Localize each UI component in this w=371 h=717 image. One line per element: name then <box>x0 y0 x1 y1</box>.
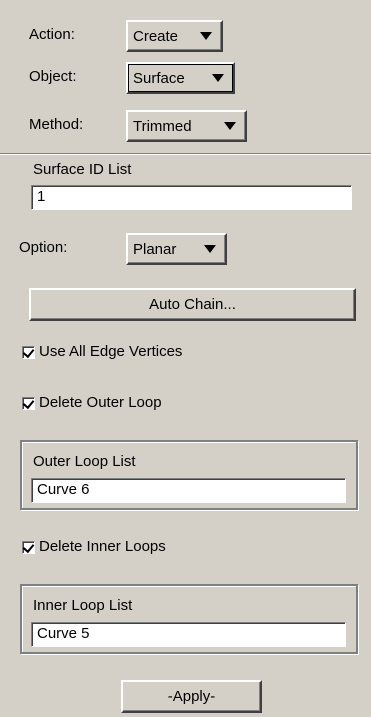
inner-loop-list-field[interactable]: Curve 5 <box>31 622 346 647</box>
object-value: Surface <box>133 69 185 87</box>
section-separator <box>0 153 371 155</box>
chevron-down-icon <box>200 32 212 40</box>
object-menu-button[interactable]: Surface <box>126 62 235 94</box>
method-label: Method: <box>29 116 84 133</box>
action-label: Action: <box>29 26 75 43</box>
use-all-edge-vertices-checkbox[interactable] <box>22 345 35 359</box>
surface-id-list-field[interactable]: 1 <box>31 185 352 210</box>
checkmark-icon <box>22 396 35 410</box>
delete-inner-loops-label[interactable]: Delete Inner Loops <box>39 538 166 555</box>
chevron-down-icon <box>224 122 236 130</box>
checkmark-icon <box>22 540 35 554</box>
action-menu-button[interactable]: Create <box>126 20 223 52</box>
apply-button[interactable]: -Apply- <box>121 680 262 713</box>
delete-outer-loop-checkbox[interactable] <box>22 396 35 410</box>
action-value: Create <box>133 27 179 45</box>
outer-loop-list-label: Outer Loop List <box>33 453 136 470</box>
surface-id-list-label: Surface ID List <box>33 161 132 178</box>
use-all-edge-vertices-label[interactable]: Use All Edge Vertices <box>39 343 182 360</box>
chevron-down-icon <box>204 245 216 253</box>
delete-inner-loops-checkbox[interactable] <box>22 540 35 554</box>
checkmark-icon <box>22 345 35 359</box>
delete-outer-loop-label[interactable]: Delete Outer Loop <box>39 394 162 411</box>
auto-chain-button[interactable]: Auto Chain... <box>29 288 356 321</box>
chevron-down-icon <box>212 74 224 82</box>
object-label: Object: <box>29 68 77 85</box>
option-label: Option: <box>19 239 68 256</box>
method-menu-button[interactable]: Trimmed <box>126 110 247 142</box>
option-menu-button[interactable]: Planar <box>126 233 227 265</box>
outer-loop-list-field[interactable]: Curve 6 <box>31 478 346 503</box>
method-value: Trimmed <box>133 117 192 135</box>
inner-loop-list-label: Inner Loop List <box>33 597 133 614</box>
option-value: Planar <box>133 240 177 258</box>
